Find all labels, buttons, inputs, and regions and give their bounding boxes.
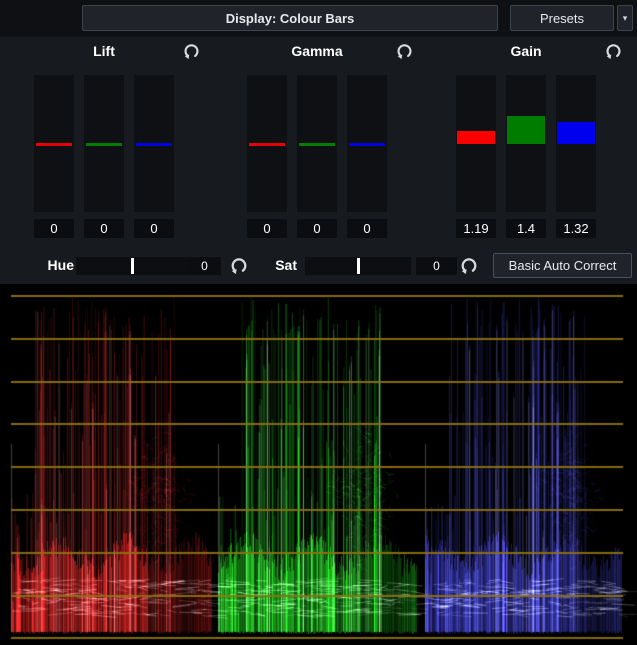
gain-label: Gain: [456, 43, 596, 59]
lift-label: Lift: [34, 43, 174, 59]
sat-slider-handle[interactable]: [357, 258, 360, 274]
lift-green-marker: [86, 143, 122, 146]
hue-slider[interactable]: [76, 257, 188, 275]
hue-value[interactable]: 0: [188, 257, 221, 275]
reset-icon: [605, 43, 622, 60]
hue-label: Hue: [44, 257, 74, 273]
sat-reset-button[interactable]: [458, 255, 480, 277]
reset-icon: [396, 43, 413, 60]
reset-icon: [183, 43, 200, 60]
lift-red-marker: [36, 143, 72, 146]
sat-value[interactable]: 0: [416, 257, 457, 275]
gamma-green-value[interactable]: 0: [297, 219, 337, 238]
gamma-blue-marker: [349, 143, 385, 146]
gamma-section: Gamma 0 0 0: [247, 43, 417, 243]
waveform-canvas: [0, 284, 637, 645]
lift-red-slider[interactable]: [34, 75, 74, 212]
gain-green-value[interactable]: 1.4: [506, 219, 546, 238]
gamma-green-slider[interactable]: [297, 75, 337, 212]
lift-red-value[interactable]: 0: [34, 219, 74, 238]
lift-blue-value[interactable]: 0: [134, 219, 174, 238]
presets-dropdown-button[interactable]: ▾: [617, 5, 633, 31]
lift-green-slider[interactable]: [84, 75, 124, 212]
lift-blue-marker: [136, 143, 172, 146]
sat-slider[interactable]: [305, 257, 411, 275]
reset-icon: [230, 257, 248, 275]
presets-button[interactable]: Presets: [510, 5, 614, 31]
gamma-blue-value[interactable]: 0: [347, 219, 387, 238]
colour-correct-panel: Display: Colour Bars Presets ▾ Lift 0 0 …: [0, 0, 637, 645]
gamma-red-marker: [249, 143, 285, 146]
display-source-button[interactable]: Display: Colour Bars: [82, 5, 498, 31]
basic-auto-correct-button[interactable]: Basic Auto Correct: [493, 253, 632, 278]
gain-blue-slider[interactable]: [556, 75, 596, 212]
hue-reset-button[interactable]: [228, 255, 250, 277]
gain-red-value[interactable]: 1.19: [456, 219, 496, 238]
gamma-reset-button[interactable]: [393, 40, 415, 62]
gain-green-marker: [507, 116, 545, 144]
gain-blue-marker: [557, 122, 595, 144]
waveform-panel: [0, 284, 637, 645]
hue-slider-handle[interactable]: [131, 258, 134, 274]
gamma-green-marker: [299, 143, 335, 146]
gain-red-marker: [457, 131, 495, 144]
gain-red-slider[interactable]: [456, 75, 496, 212]
chevron-down-icon: ▾: [623, 13, 628, 24]
sat-label: Sat: [267, 257, 297, 273]
gamma-label: Gamma: [247, 43, 387, 59]
gain-blue-value[interactable]: 1.32: [556, 219, 596, 238]
gamma-blue-slider[interactable]: [347, 75, 387, 212]
gain-reset-button[interactable]: [602, 40, 624, 62]
gain-section: Gain 1.19 1.4 1.32: [456, 43, 626, 243]
lift-section: Lift 0 0 0: [34, 43, 204, 243]
lift-blue-slider[interactable]: [134, 75, 174, 212]
gamma-red-slider[interactable]: [247, 75, 287, 212]
lift-reset-button[interactable]: [180, 40, 202, 62]
lift-green-value[interactable]: 0: [84, 219, 124, 238]
gamma-red-value[interactable]: 0: [247, 219, 287, 238]
gain-green-slider[interactable]: [506, 75, 546, 212]
reset-icon: [460, 257, 478, 275]
